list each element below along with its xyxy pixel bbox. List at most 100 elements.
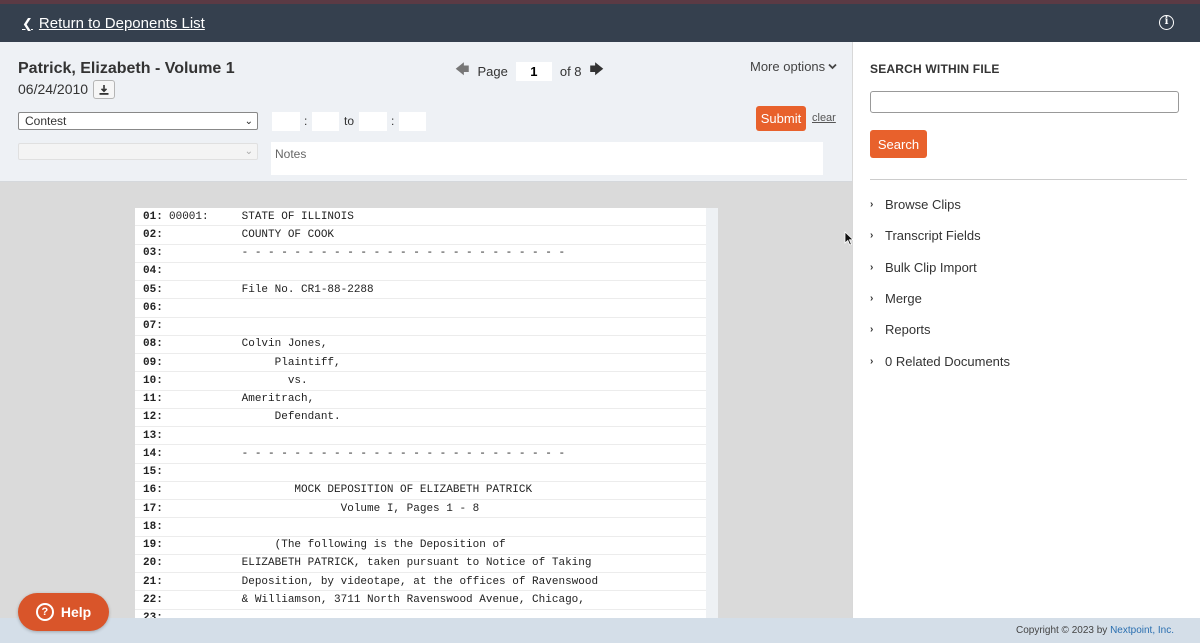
line-number: 09: [143, 356, 163, 369]
help-button[interactable]: ? Help [18, 593, 109, 631]
chevron-right-icon: › [870, 230, 874, 242]
transcript-line[interactable]: 16: MOCK DEPOSITION OF ELIZABETH PATRICK [135, 482, 718, 500]
chevron-right-icon: › [870, 261, 874, 273]
sidebar-section-0-related-documents[interactable]: › 0 Related Documents [870, 345, 1010, 376]
chevron-right-icon: › [870, 324, 874, 336]
line-text: - - - - - - - - - - - - - - - - - - - - … [169, 447, 566, 460]
search-button[interactable]: Search [870, 130, 927, 158]
sidebar-section-bulk-clip-import[interactable]: › Bulk Clip Import [870, 252, 1010, 283]
select-caret-icon: ⌄ [244, 115, 253, 127]
line-number: 03: [143, 247, 163, 260]
transcript-line[interactable]: 05: File No. CR1-88-2288 [135, 281, 718, 300]
line-text: ELIZABETH PATRICK, taken pursuant to Not… [169, 557, 592, 570]
sidebar-section-reports[interactable]: › Reports [870, 314, 1010, 345]
transcript-line[interactable]: 07: [135, 318, 718, 336]
nextpoint-link[interactable]: Nextpoint, Inc. [1110, 625, 1174, 636]
line-number: 16: [143, 484, 163, 497]
sidebar-sections: › Browse Clips › Transcript Fields › Bulk Cli… [870, 189, 1010, 377]
transcript-line[interactable]: 15: [135, 464, 718, 482]
line-number: 14: [143, 447, 163, 460]
line-number: 12: [143, 411, 163, 424]
line-number: 20: [143, 557, 163, 570]
line-text: MOCK DEPOSITION OF ELIZABETH PATRICK [169, 484, 533, 497]
transcript-line[interactable]: 08: Colvin Jones, [135, 336, 718, 354]
transcript-line[interactable]: 03: - - - - - - - - - - - - - - - - - - … [135, 245, 718, 263]
transcript-line[interactable]: 09: Plaintiff, [135, 354, 718, 373]
line-text: (The following is the Deposition of [169, 539, 506, 552]
start-line-input[interactable] [312, 112, 339, 131]
select-caret-icon: ⌄ [244, 146, 253, 157]
chevron-right-icon: › [870, 293, 874, 305]
line-text: vs. [169, 374, 308, 387]
more-options-label: More options [750, 59, 826, 74]
secondary-select[interactable]: ⌄ [18, 143, 258, 160]
transcript-line[interactable]: 14: - - - - - - - - - - - - - - - - - - … [135, 445, 718, 464]
footer: Copyright © 2023 by Nextpoint, Inc. [0, 618, 1200, 643]
end-page-input[interactable] [359, 112, 387, 131]
transcript-line[interactable]: 13: [135, 427, 718, 446]
line-number: 08: [143, 338, 163, 351]
transcript-line[interactable]: 06: [135, 299, 718, 318]
transcript-line[interactable]: 11: Ameritrach, [135, 391, 718, 409]
submit-button[interactable]: Submit [756, 106, 806, 131]
line-number: 01: [143, 210, 163, 223]
sidebar-section-label: Browse Clips [885, 197, 961, 213]
copyright-label: Copyright © 2023 by [1015, 625, 1111, 636]
start-page-input[interactable] [272, 112, 300, 131]
transcript-viewer[interactable]: 01: 00001: STATE OF ILLINOIS 02: COUNTY OF… [135, 208, 718, 618]
transcript-line[interactable]: 04: [135, 263, 718, 281]
line-text: Plaintiff, [169, 356, 341, 369]
transcript-line[interactable]: 22: & Williamson, 3711 North Ravenswood … [135, 591, 718, 610]
line-number: 15: [143, 466, 163, 479]
notes-field[interactable]: Notes [271, 142, 823, 175]
sidebar-section-merge[interactable]: › Merge [870, 283, 1010, 314]
line-number: 10: [143, 374, 163, 387]
info-icon[interactable]: i [1159, 15, 1174, 30]
transcript-line[interactable]: 01: 00001: STATE OF ILLINOIS [135, 208, 718, 227]
line-number: 04: [143, 265, 163, 278]
transcript-line[interactable]: 18: [135, 518, 718, 537]
sidebar-section-browse-clips[interactable]: › Browse Clips [870, 189, 1010, 220]
document-title: Patrick, Elizabeth - Volume 1 [18, 60, 235, 77]
sidebar-divider [870, 179, 1187, 180]
page-label: Page [477, 63, 508, 79]
sidebar-section-transcript-fields[interactable]: › Transcript Fields [870, 220, 1010, 251]
line-number: 06: [143, 301, 163, 314]
chevron-right-icon: › [870, 355, 874, 367]
transcript-line[interactable]: 10: vs. [135, 372, 718, 391]
next-page-arrow-icon[interactable]: 🡆 [590, 59, 604, 83]
return-to-deponents-link[interactable]: ❮ Return to Deponents List [22, 15, 205, 32]
copyright-text: Copyright © 2023 by Nextpoint, Inc. [1016, 625, 1174, 636]
transcript-scrollbar[interactable] [706, 208, 718, 618]
transcript-line[interactable]: 17: Volume I, Pages 1 - 8 [135, 500, 718, 519]
line-number: 21: [143, 575, 163, 588]
time-separator: : [304, 114, 308, 128]
transcript-line[interactable]: 19: (The following is the Deposition of [135, 537, 718, 555]
line-number: 05: [143, 283, 163, 296]
time-separator: : [391, 114, 395, 128]
page-count-label: of 8 [559, 63, 582, 79]
download-button[interactable] [93, 80, 115, 99]
line-text: Defendant. [169, 411, 341, 424]
line-text: Colvin Jones, [169, 338, 328, 351]
line-number: 07: [143, 320, 163, 333]
transcript-line[interactable]: 21: Deposition, by videotape, at the off… [135, 573, 718, 592]
document-date: 06/24/2010 [18, 81, 89, 97]
sidebar-section-label: 0 Related Documents [885, 353, 1011, 369]
clear-link[interactable]: clear [812, 112, 836, 124]
transcript-line[interactable]: 20: ELIZABETH PATRICK, taken pursuant to… [135, 555, 718, 573]
designation-selected-value: Contest [25, 114, 67, 128]
line-text: & Williamson, 3711 North Ravenswood Aven… [169, 593, 585, 606]
end-line-input[interactable] [399, 112, 426, 131]
line-number: 18: [143, 520, 163, 533]
previous-page-arrow-icon[interactable]: 🡄 [455, 59, 469, 83]
page-number-input[interactable] [515, 61, 552, 81]
search-input[interactable] [870, 91, 1179, 113]
transcript-line[interactable]: 23: [135, 610, 718, 618]
line-text: - - - - - - - - - - - - - - - - - - - - … [169, 247, 566, 260]
more-options-menu[interactable]: More options [750, 59, 837, 74]
line-number: 02: [143, 228, 163, 241]
transcript-line[interactable]: 12: Defendant. [135, 409, 718, 427]
designation-select[interactable]: Contest ⌄ [18, 112, 258, 130]
transcript-line[interactable]: 02: COUNTY OF COOK [135, 226, 718, 245]
